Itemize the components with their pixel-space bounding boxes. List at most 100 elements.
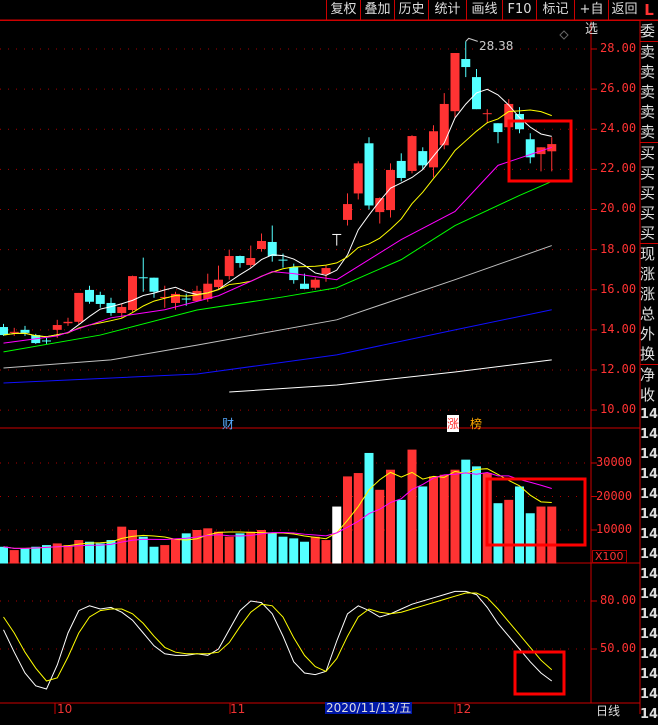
period-selector[interactable]: 日线	[596, 702, 620, 719]
volume-bar	[257, 530, 266, 564]
volume-bar	[310, 536, 320, 564]
volume-bar	[407, 449, 417, 564]
candle-body	[42, 340, 51, 342]
candle-body	[0, 327, 8, 336]
candle-body	[429, 131, 438, 168]
ma20-line	[3, 146, 552, 344]
side-number: 14	[640, 507, 658, 522]
side-number: 14	[640, 687, 658, 702]
candle-body	[106, 302, 116, 313]
toolbar-button-7[interactable]: +自选	[574, 0, 608, 37]
candle-body	[117, 306, 127, 313]
side-label: 买	[640, 204, 656, 222]
volume-bar	[246, 531, 256, 564]
side-number: 14	[640, 587, 658, 602]
price-axis-label: 26.00	[600, 81, 637, 96]
side-number: 14	[640, 527, 658, 542]
candle-body	[310, 279, 320, 288]
side-label: 卖	[640, 63, 656, 81]
volume-bar	[149, 546, 159, 564]
volume-bar	[95, 543, 105, 564]
volume-bar	[547, 506, 557, 564]
volume-bar	[278, 536, 288, 564]
volume-bar	[160, 545, 170, 564]
volume-bar	[375, 489, 385, 564]
candle-body	[353, 163, 363, 194]
candle-body	[63, 321, 73, 324]
toolbar-button-1[interactable]: 叠加	[360, 0, 394, 20]
price-axis-label: 10.00	[600, 402, 637, 417]
candle-body	[439, 103, 449, 146]
candle-body	[224, 256, 234, 277]
volume-bar	[332, 506, 342, 564]
vol-axis-label: 30000	[596, 455, 633, 469]
price-axis-label: 28.00	[600, 41, 637, 55]
kdj-axis-label: 80.00	[600, 593, 637, 607]
volume-bar	[20, 548, 30, 564]
volume-bar	[9, 550, 19, 564]
candle-body	[257, 240, 266, 249]
event-marker-finance[interactable]: 财	[222, 415, 234, 432]
volume-bar	[353, 473, 363, 564]
stock-chart[interactable]	[0, 0, 658, 714]
diamond-icon	[559, 30, 569, 40]
toolbar-button-4[interactable]: 画线	[466, 0, 502, 20]
volume-bar	[128, 530, 137, 564]
side-label: 卖	[640, 83, 656, 101]
volume-bar	[472, 466, 481, 564]
side-number: 14	[640, 627, 658, 642]
volume-bar	[63, 545, 73, 564]
candle-body	[493, 123, 503, 133]
volume-bar	[321, 540, 331, 564]
candle-body	[396, 160, 406, 178]
price-axis-label: 16.00	[600, 281, 637, 296]
volume-bar	[386, 469, 395, 564]
side-label: 买	[640, 142, 658, 163]
candle-body	[181, 298, 191, 300]
kdj-k-line	[3, 590, 553, 690]
candle-body	[128, 276, 137, 310]
volume-bar	[418, 486, 428, 564]
volume-bar	[504, 499, 514, 564]
candle-body	[149, 277, 159, 292]
candle-body	[267, 241, 277, 257]
event-marker-limit-up[interactable]: 涨	[447, 415, 460, 432]
toolbar-button-3[interactable]: 统计	[428, 0, 466, 20]
side-label: 涨	[640, 285, 656, 303]
side-number: 14	[640, 427, 658, 442]
side-number: 14	[640, 567, 658, 582]
toolbar-button-8[interactable]: 返回	[608, 0, 640, 20]
candle-body	[85, 289, 94, 302]
side-number: 14	[640, 407, 658, 422]
volume-bar	[439, 474, 449, 564]
cursor-date: 2020/11/13/五	[325, 701, 413, 715]
side-label: 买	[640, 164, 656, 182]
toolbar-button-6[interactable]: 标记	[536, 0, 574, 20]
price-axis-label: 20.00	[600, 201, 637, 216]
volume-bar	[224, 536, 234, 564]
side-label: 卖	[640, 41, 658, 62]
event-marker-list[interactable]: 榜	[470, 415, 482, 432]
volume-bar	[300, 541, 309, 564]
side-label: 涨	[640, 265, 656, 283]
side-label: 外	[640, 325, 656, 343]
volume-bar	[525, 513, 535, 564]
price-axis-label: 14.00	[600, 321, 637, 336]
side-number: 14	[640, 487, 658, 502]
candle-body	[300, 283, 309, 289]
candle-body	[214, 279, 223, 288]
toolbar-button-5[interactable]: F10	[502, 0, 536, 20]
kdj-d-line	[3, 592, 553, 682]
candle-body	[203, 283, 213, 299]
volume-bar	[364, 452, 374, 564]
volume-bar	[171, 538, 180, 564]
volume-bar	[235, 533, 245, 564]
toolbar-button-0[interactable]: 复权	[326, 0, 360, 20]
candle-body	[138, 277, 148, 279]
toolbar-button-2[interactable]: 历史	[394, 0, 428, 20]
ma120-line	[3, 309, 552, 384]
price-axis-label: 12.00	[600, 361, 637, 376]
side-label: 买	[640, 224, 656, 242]
candle-body	[418, 151, 428, 166]
volume-bar	[267, 533, 277, 564]
